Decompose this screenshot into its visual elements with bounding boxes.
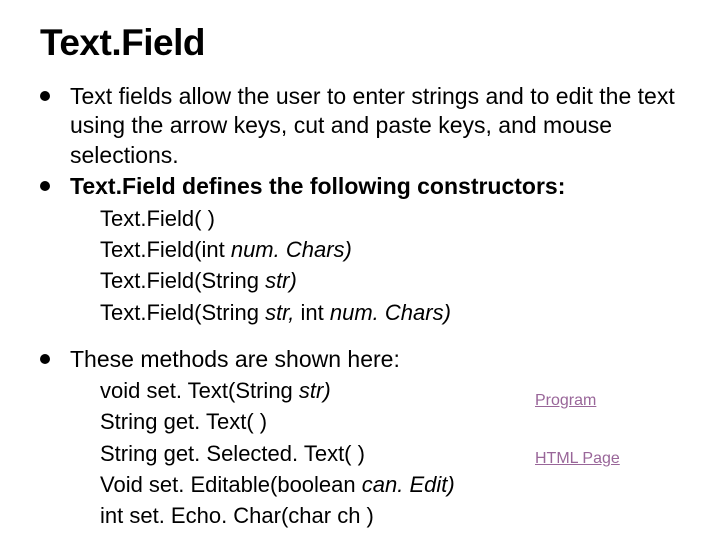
constructor-line: Text.Field(int num. Chars) — [100, 235, 680, 264]
bullet-text: These methods are shown here: — [70, 345, 680, 374]
bullet-text: Text.Field defines the following constru… — [70, 172, 680, 201]
ctor-param: str, — [265, 300, 300, 325]
method-param: str) — [299, 378, 331, 403]
bullet-intro: Text fields allow the user to enter stri… — [40, 82, 680, 170]
program-link[interactable]: Program — [535, 392, 596, 410]
ctor-text: int — [301, 300, 330, 325]
bullet-icon — [40, 91, 50, 101]
html-page-link[interactable]: HTML Page — [535, 450, 620, 468]
ctor-text: Text.Field(int — [100, 237, 231, 262]
ctor-param: num. Chars) — [330, 300, 451, 325]
ctor-param: str) — [265, 268, 297, 293]
method-line: Void set. Editable(boolean can. Edit) — [100, 470, 680, 499]
method-text: void set. Text(String — [100, 378, 299, 403]
slide: Text.Field Text fields allow the user to… — [0, 0, 720, 540]
bullet-constructors: Text.Field defines the following constru… — [40, 172, 680, 201]
method-line: int set. Echo. Char(char ch ) — [100, 501, 680, 530]
ctor-text: Text.Field(String — [100, 268, 265, 293]
constructor-line: Text.Field(String str, int num. Chars) — [100, 298, 680, 327]
bullet-text: Text fields allow the user to enter stri… — [70, 82, 680, 170]
ctor-text: Text.Field(String — [100, 300, 265, 325]
bullet-methods: These methods are shown here: — [40, 345, 680, 374]
bullet-icon — [40, 181, 50, 191]
method-line: String get. Text( ) — [100, 407, 680, 436]
spacer — [40, 329, 680, 345]
page-title: Text.Field — [40, 22, 680, 64]
constructor-line: Text.Field(String str) — [100, 266, 680, 295]
bullet-icon — [40, 354, 50, 364]
method-text: Void set. Editable(boolean — [100, 472, 362, 497]
constructor-line: Text.Field( ) — [100, 204, 680, 233]
method-param: can. Edit) — [362, 472, 455, 497]
ctor-param: num. Chars) — [231, 237, 352, 262]
